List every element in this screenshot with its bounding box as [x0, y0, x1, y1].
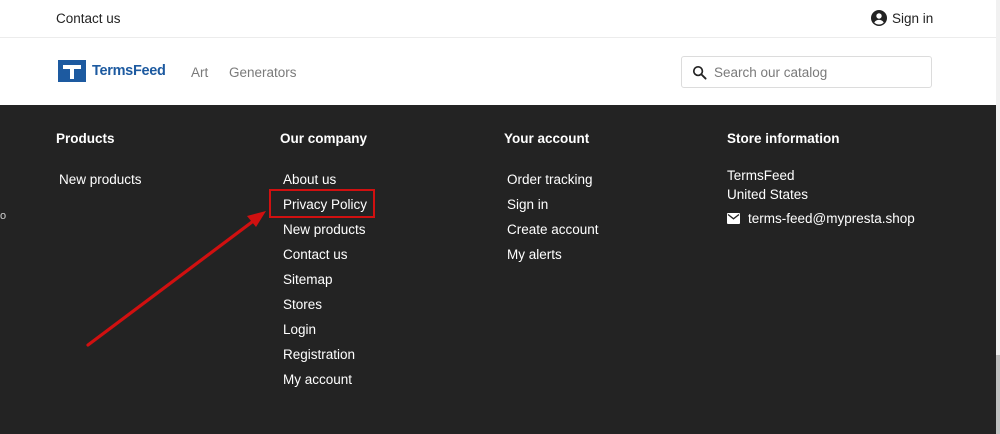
footer-link-login[interactable]: Login [280, 322, 367, 347]
footer-link-registration[interactable]: Registration [280, 347, 367, 372]
scrollbar[interactable] [996, 0, 1000, 434]
scrollbar-thumb[interactable] [996, 355, 1000, 434]
user-account-icon [871, 10, 887, 26]
header: TermsFeed Art Generators [0, 39, 1000, 105]
edge-fragment: o [0, 210, 7, 222]
footer-link-new-products[interactable]: New products [56, 172, 142, 197]
search-box[interactable] [681, 56, 932, 88]
nav-link-generators[interactable]: Generators [229, 65, 297, 80]
termsfeed-logo-icon [58, 60, 86, 82]
privacy-policy-highlight-box [269, 189, 375, 218]
footer-account-title: Your account [504, 131, 590, 146]
sign-in-label: Sign in [892, 10, 934, 26]
store-email-text: terms-feed@mypresta.shop [748, 211, 915, 226]
footer-company-column: Our company About us Privacy Policy New … [280, 131, 367, 397]
footer-link-stores[interactable]: Stores [280, 297, 367, 322]
nav-link-art[interactable]: Art [191, 65, 208, 80]
footer-link-create-account[interactable]: Create account [504, 222, 599, 247]
footer-store-column: Store information TermsFeed United State… [727, 131, 915, 226]
footer: Products New products Our company About … [0, 105, 996, 434]
footer-products-column: Products New products [56, 131, 142, 197]
brand-name: TermsFeed [92, 63, 166, 79]
footer-link-contact-us[interactable]: Contact us [280, 247, 367, 272]
search-icon [692, 65, 707, 80]
sign-in-link[interactable]: Sign in [871, 10, 933, 26]
footer-link-my-account[interactable]: My account [280, 372, 367, 397]
footer-company-title: Our company [280, 131, 368, 146]
top-bar: Contact us Sign in [0, 0, 1000, 38]
store-name: TermsFeed [727, 168, 795, 183]
store-country: United States [727, 187, 809, 202]
footer-link-sign-in[interactable]: Sign in [504, 197, 599, 222]
footer-link-order-tracking[interactable]: Order tracking [504, 172, 599, 197]
footer-products-title: Products [56, 131, 115, 146]
footer-link-sitemap[interactable]: Sitemap [280, 272, 367, 297]
footer-account-column: Your account Order tracking Sign in Crea… [504, 131, 599, 272]
envelope-icon [727, 213, 740, 224]
search-input[interactable] [714, 64, 914, 80]
termsfeed-logo[interactable]: TermsFeed [58, 60, 166, 82]
footer-link-new-products[interactable]: New products [280, 222, 367, 247]
footer-store-title: Store information [727, 131, 840, 146]
contact-us-link[interactable]: Contact us [56, 11, 121, 26]
store-email[interactable]: terms-feed@mypresta.shop [727, 211, 915, 226]
footer-link-my-alerts[interactable]: My alerts [504, 247, 599, 272]
